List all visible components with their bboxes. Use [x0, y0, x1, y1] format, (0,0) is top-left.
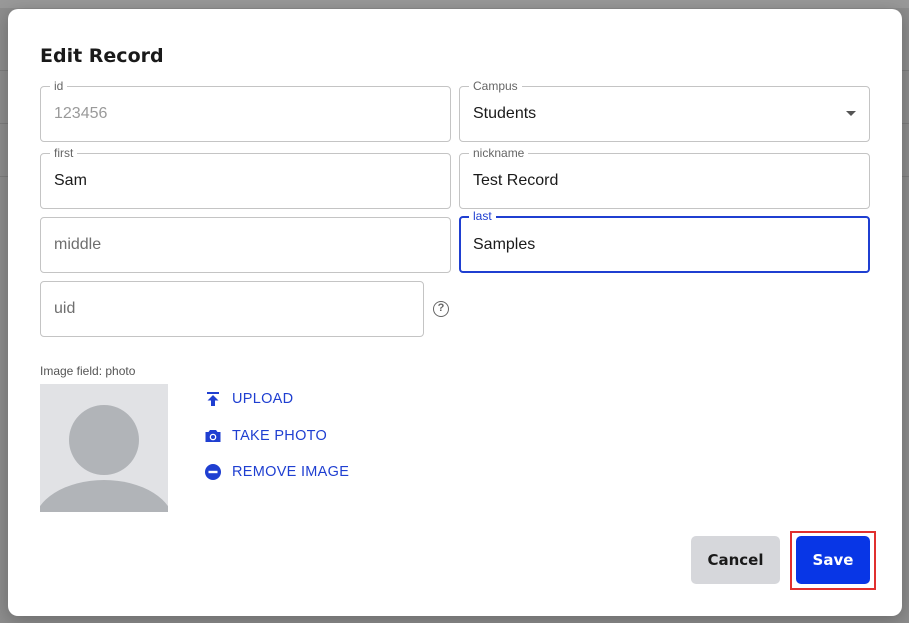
last-name-value: Samples: [473, 235, 536, 253]
middle-name-placeholder: middle: [54, 236, 102, 253]
first-name-label: first: [50, 146, 78, 160]
id-field[interactable]: id 123456: [40, 79, 451, 142]
uid-field[interactable]: uid: [40, 281, 424, 337]
remove-circle-icon: [205, 464, 221, 480]
remove-image-label: REMOVE IMAGE: [232, 464, 350, 480]
id-field-label: id: [50, 79, 68, 93]
app-toolbar-strip: [0, 0, 909, 8]
image-field-caption: Image field: photo: [40, 364, 136, 378]
avatar-silhouette-icon: [40, 405, 168, 512]
cancel-button[interactable]: Cancel: [691, 536, 780, 584]
last-name-field[interactable]: last Samples: [459, 209, 870, 273]
middle-name-field[interactable]: middle: [40, 217, 451, 273]
photo-placeholder: [40, 384, 168, 512]
camera-icon: [205, 430, 221, 442]
take-photo-button[interactable]: TAKE PHOTO: [204, 427, 327, 445]
uid-placeholder: uid: [54, 300, 76, 317]
dialog-title: Edit Record: [40, 45, 164, 67]
first-name-value: Sam: [54, 172, 87, 189]
upload-label: UPLOAD: [232, 391, 294, 407]
last-name-label: last: [469, 209, 496, 223]
upload-icon: [207, 392, 219, 406]
nickname-value: Test Record: [473, 172, 559, 189]
take-photo-label: TAKE PHOTO: [232, 428, 328, 444]
upload-button[interactable]: UPLOAD: [204, 390, 293, 408]
campus-select-value: Students: [473, 105, 537, 122]
edit-record-dialog: Edit Record id 123456 Campus Students fi…: [8, 9, 902, 616]
nickname-field[interactable]: nickname Test Record: [459, 146, 870, 209]
nickname-label: nickname: [469, 146, 529, 160]
first-name-field[interactable]: first Sam: [40, 146, 451, 209]
help-icon[interactable]: ?: [433, 301, 449, 317]
campus-select-label: Campus: [469, 79, 522, 93]
chevron-down-icon[interactable]: [846, 111, 856, 116]
id-field-value: 123456: [54, 105, 108, 122]
remove-image-button[interactable]: REMOVE IMAGE: [204, 463, 349, 481]
save-button[interactable]: Save: [796, 536, 870, 584]
campus-select[interactable]: Campus Students: [459, 79, 870, 142]
